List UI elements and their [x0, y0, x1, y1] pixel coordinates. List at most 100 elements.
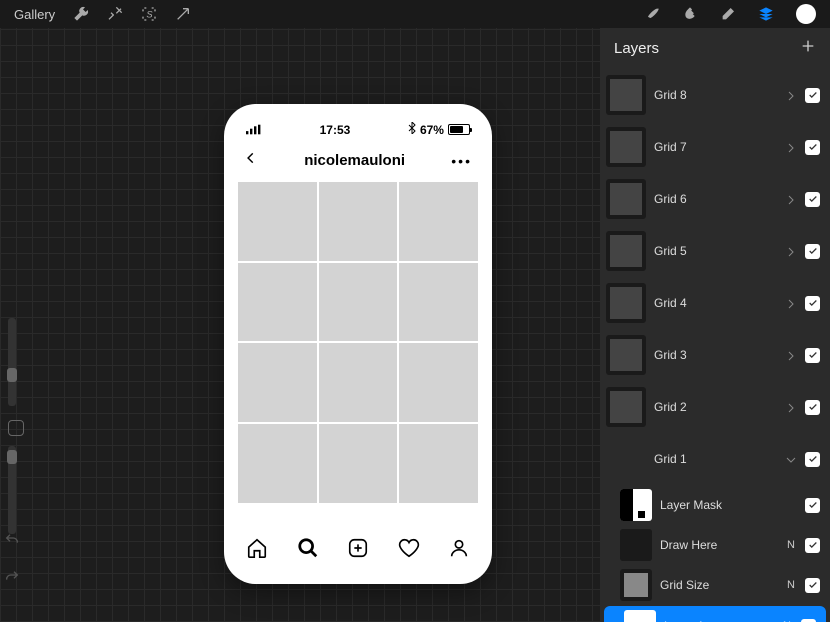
layer-label: Grid 8: [654, 88, 777, 102]
wrench-icon[interactable]: [73, 6, 89, 22]
color-circle[interactable]: [796, 4, 816, 24]
search-icon[interactable]: [297, 537, 319, 564]
layer-label: Grid 2: [654, 400, 777, 414]
layer-thumbnail: [606, 231, 646, 271]
layers-icon[interactable]: [758, 6, 774, 22]
profile-icon[interactable]: [448, 537, 470, 564]
chevron-right-icon[interactable]: [785, 89, 797, 101]
bluetooth-icon: [408, 122, 416, 137]
chevron-right-icon[interactable]: [785, 141, 797, 153]
opacity-slider[interactable]: [8, 446, 16, 534]
grid-cell: [238, 182, 317, 261]
blend-mode[interactable]: N: [785, 579, 797, 591]
grid-cell: [319, 263, 398, 342]
visibility-checkbox[interactable]: [805, 88, 820, 103]
visibility-checkbox[interactable]: [801, 619, 816, 622]
visibility-checkbox[interactable]: [805, 192, 820, 207]
grid-cell: [399, 182, 478, 261]
grid-cell: [399, 424, 478, 503]
sublayer-draw-here[interactable]: Draw Here N: [600, 525, 830, 565]
layer-group-grid5[interactable]: Grid 5: [600, 225, 830, 277]
add-icon[interactable]: [347, 537, 369, 564]
layer-thumbnail: [606, 283, 646, 323]
visibility-checkbox[interactable]: [805, 348, 820, 363]
layer-label: Grid 5: [654, 244, 777, 258]
adjustments-icon[interactable]: [107, 6, 123, 22]
layer-label: Layer Mask: [660, 498, 797, 512]
status-time: 17:53: [320, 123, 351, 137]
visibility-checkbox[interactable]: [805, 296, 820, 311]
top-toolbar: Gallery S: [0, 0, 830, 28]
undo-icon[interactable]: [4, 532, 20, 553]
layer-group-grid8[interactable]: Grid 8: [600, 69, 830, 121]
layer-thumbnail: [620, 489, 652, 521]
grid-cell: [399, 263, 478, 342]
instagram-grid: [224, 182, 492, 503]
layer-group-grid4[interactable]: Grid 4: [600, 277, 830, 329]
chevron-right-icon[interactable]: [785, 401, 797, 413]
brush-size-slider[interactable]: [8, 318, 16, 406]
visibility-checkbox[interactable]: [805, 244, 820, 259]
redo-icon[interactable]: [4, 569, 20, 590]
visibility-checkbox[interactable]: [805, 498, 820, 513]
canvas-area[interactable]: 17:53 67% nicolemauloni •••: [0, 28, 600, 622]
chevron-right-icon[interactable]: [785, 193, 797, 205]
layer-group-grid7[interactable]: Grid 7: [600, 121, 830, 173]
instagram-header: nicolemauloni •••: [224, 145, 492, 182]
add-layer-icon[interactable]: [800, 38, 816, 59]
brush-icon[interactable]: [644, 6, 660, 22]
sidebar-color-square[interactable]: [8, 420, 24, 436]
layer-thumbnail: [606, 127, 646, 167]
back-icon[interactable]: [244, 151, 258, 170]
visibility-checkbox[interactable]: [805, 452, 820, 467]
left-sidebar-sliders: [8, 318, 24, 534]
layer-thumbnail: [606, 75, 646, 115]
visibility-checkbox[interactable]: [805, 538, 820, 553]
selection-icon[interactable]: S: [141, 6, 157, 22]
grid-cell: [238, 263, 317, 342]
chevron-right-icon[interactable]: [785, 245, 797, 257]
blend-mode[interactable]: N: [785, 539, 797, 551]
visibility-checkbox[interactable]: [805, 578, 820, 593]
undo-redo-area: [4, 532, 20, 590]
layer-thumbnail: [620, 529, 652, 561]
layer-label: Grid 1: [654, 452, 777, 466]
smudge-icon[interactable]: [682, 6, 698, 22]
phone-mockup: 17:53 67% nicolemauloni •••: [224, 104, 492, 584]
grid-cell: [238, 343, 317, 422]
heart-icon[interactable]: [398, 537, 420, 564]
chevron-right-icon[interactable]: [785, 297, 797, 309]
layer-label: Grid 3: [654, 348, 777, 362]
home-icon[interactable]: [246, 537, 268, 564]
grid-cell: [319, 343, 398, 422]
svg-text:S: S: [147, 9, 154, 19]
layer-group-grid6[interactable]: Grid 6: [600, 173, 830, 225]
grid-cell: [238, 424, 317, 503]
sublayer-grid-size[interactable]: Grid Size N: [600, 565, 830, 605]
layer-group-grid2[interactable]: Grid 2: [600, 381, 830, 433]
visibility-checkbox[interactable]: [805, 400, 820, 415]
eraser-icon[interactable]: [720, 6, 736, 22]
layer-label: Grid 4: [654, 296, 777, 310]
layer-label: Grid 6: [654, 192, 777, 206]
layer-group-grid1[interactable]: Grid 1: [600, 433, 830, 485]
chevron-down-icon[interactable]: [785, 453, 797, 465]
toolbar-left: Gallery S: [14, 6, 191, 22]
battery-icon: [448, 124, 470, 135]
arrow-icon[interactable]: [175, 6, 191, 22]
visibility-checkbox[interactable]: [805, 140, 820, 155]
battery-text: 67%: [420, 123, 444, 137]
layer-group-grid3[interactable]: Grid 3: [600, 329, 830, 381]
layer-thumbnail: [606, 387, 646, 427]
sublayer-layer-mask[interactable]: Layer Mask: [600, 485, 830, 525]
sublayer-layer1[interactable]: Layer 1 N: [604, 606, 826, 622]
layer-thumbnail: [606, 335, 646, 375]
layer-thumbnail: [606, 179, 646, 219]
more-icon[interactable]: •••: [451, 153, 472, 169]
layer-label: Grid Size: [660, 578, 777, 592]
phone-status-bar: 17:53 67%: [224, 104, 492, 145]
gallery-button[interactable]: Gallery: [14, 7, 55, 22]
layer-label: Grid 7: [654, 140, 777, 154]
chevron-right-icon[interactable]: [785, 349, 797, 361]
status-battery-area: 67%: [408, 122, 470, 137]
